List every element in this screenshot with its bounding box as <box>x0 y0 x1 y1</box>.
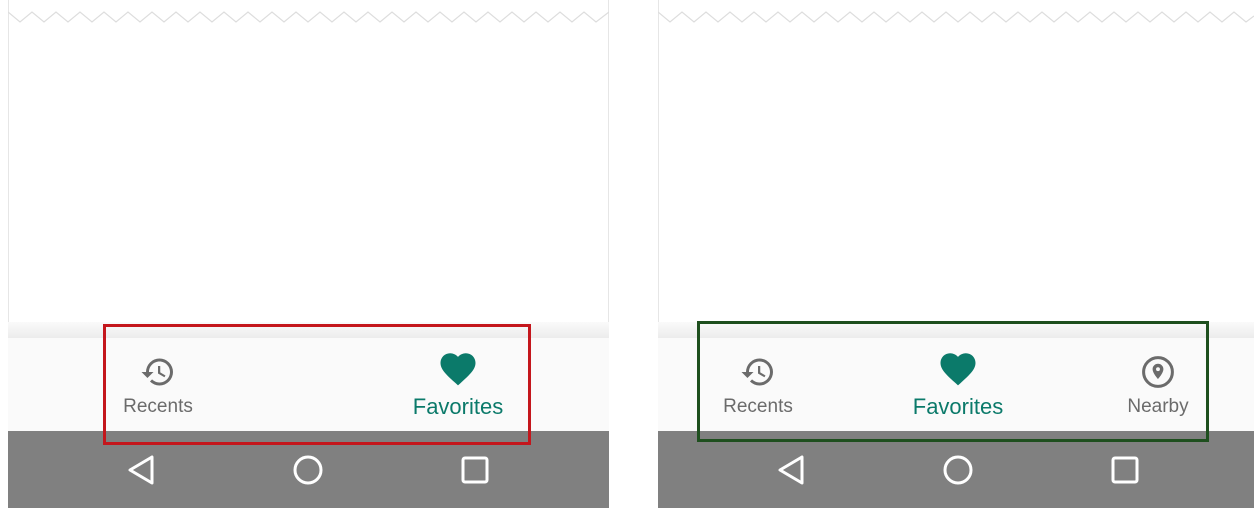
nav-item-nearby[interactable]: Nearby <box>1098 338 1218 431</box>
system-navigation-bar <box>8 431 609 508</box>
history-icon <box>740 354 776 390</box>
bottom-navigation: Recents Favorites Nearby <box>658 338 1254 431</box>
bottom-navigation: Recents Favorites <box>8 338 609 431</box>
content-area <box>8 0 609 330</box>
nav-label-nearby: Nearby <box>1127 396 1189 417</box>
recents-square-icon[interactable] <box>1110 453 1140 487</box>
nav-shadow <box>658 322 1254 339</box>
nav-label-favorites: Favorites <box>412 394 504 419</box>
home-icon[interactable] <box>941 453 975 487</box>
right-phone-screen: Recents Favorites Nearby <box>658 0 1254 508</box>
history-icon <box>140 354 176 390</box>
home-icon[interactable] <box>291 453 325 487</box>
location-icon <box>1140 354 1176 390</box>
back-icon[interactable] <box>126 453 158 487</box>
content-area <box>658 0 1254 330</box>
recents-square-icon[interactable] <box>460 453 490 487</box>
system-navigation-bar <box>658 431 1254 508</box>
heart-icon <box>937 348 979 390</box>
left-phone-screen: Recents Favorites <box>8 0 609 508</box>
back-icon[interactable] <box>776 453 808 487</box>
heart-icon <box>437 348 479 390</box>
nav-item-recents[interactable]: Recents <box>698 338 818 431</box>
nav-item-recents[interactable]: Recents <box>98 338 218 431</box>
nav-label-favorites: Favorites <box>912 394 1004 419</box>
nav-label-recents: Recents <box>123 396 193 417</box>
nav-shadow <box>8 322 609 339</box>
nav-label-recents: Recents <box>723 396 793 417</box>
nav-item-favorites[interactable]: Favorites <box>388 338 528 431</box>
nav-item-favorites[interactable]: Favorites <box>888 338 1028 431</box>
torn-edge <box>658 11 1254 23</box>
torn-edge <box>8 11 609 23</box>
